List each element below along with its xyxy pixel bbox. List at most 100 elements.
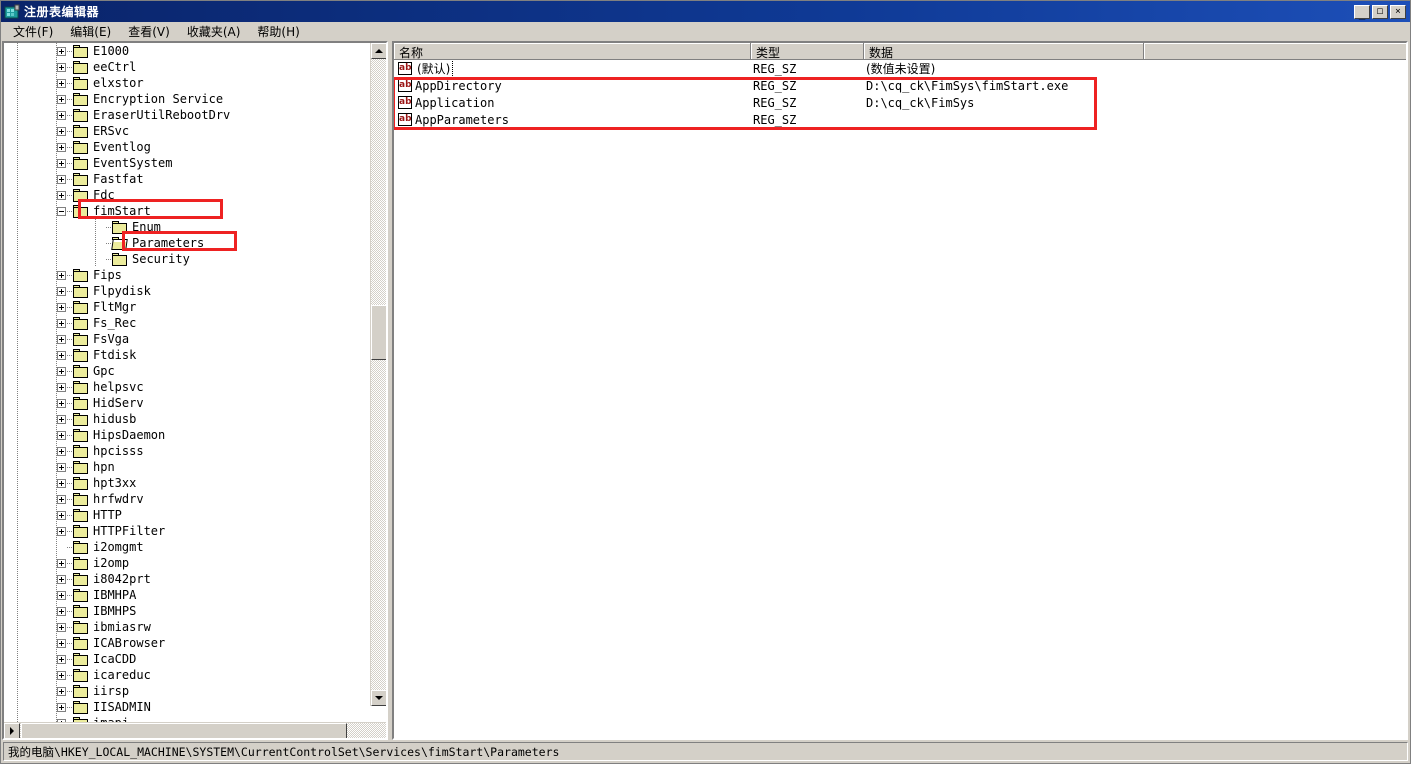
tree-node[interactable]: helpsvc [4,379,386,395]
tree-node[interactable]: Encryption Service [4,91,386,107]
tree-node[interactable]: hpt3xx [4,475,386,491]
tree-node[interactable]: E1000 [4,43,386,59]
tree-node[interactable]: i8042prt [4,571,386,587]
tree-node[interactable]: HipsDaemon [4,427,386,443]
tree-node[interactable]: Fastfat [4,171,386,187]
tree-node[interactable]: HTTP [4,507,386,523]
tree-node[interactable]: Eventlog [4,139,386,155]
tree-node[interactable]: IISADMIN [4,699,386,715]
tree-node[interactable]: hpn [4,459,386,475]
expand-plus-icon[interactable] [57,110,66,120]
expand-plus-icon[interactable] [57,270,66,280]
tree-node[interactable]: ibmiasrw [4,619,386,635]
expand-plus-icon[interactable] [57,398,66,408]
expand-plus-icon[interactable] [57,430,66,440]
scroll-right-button[interactable] [4,723,20,738]
column-header-name[interactable]: 名称 [394,43,751,59]
tree-scrollbar-thumb[interactable] [371,305,386,360]
expand-plus-icon[interactable] [57,158,66,168]
tree-node[interactable]: i2omp [4,555,386,571]
menu-item-favorites[interactable]: 收藏夹(A) [179,21,250,42]
tree-node[interactable]: Flpydisk [4,283,386,299]
tree-node[interactable]: Enum [4,219,386,235]
expand-plus-icon[interactable] [57,638,66,648]
scroll-down-button[interactable] [371,690,386,706]
tree-hscrollbar-thumb[interactable] [21,723,347,738]
expand-plus-icon[interactable] [57,46,66,56]
tree-node[interactable]: eeCtrl [4,59,386,75]
value-row[interactable]: ab (默认) REG_SZ (数值未设置) [394,60,1406,77]
tree-node[interactable]: Gpc [4,363,386,379]
expand-plus-icon[interactable] [57,702,66,712]
expand-plus-icon[interactable] [57,478,66,488]
expand-plus-icon[interactable] [57,78,66,88]
tree-node[interactable]: Fdc [4,187,386,203]
tree-node[interactable]: HTTPFilter [4,523,386,539]
tree-node[interactable]: IBMHPA [4,587,386,603]
tree-node[interactable]: fimStart [4,203,386,219]
expand-plus-icon[interactable] [57,574,66,584]
column-header-data[interactable]: 数据 [864,43,1144,59]
menu-item-view[interactable]: 查看(V) [120,21,179,42]
tree-node[interactable]: i2omgmt [4,539,386,555]
expand-plus-icon[interactable] [57,622,66,632]
expand-plus-icon[interactable] [57,302,66,312]
tree-node[interactable]: EraserUtilRebootDrv [4,107,386,123]
expand-plus-icon[interactable] [57,606,66,616]
tree-node[interactable]: hrfwdrv [4,491,386,507]
expand-plus-icon[interactable] [57,590,66,600]
expand-plus-icon[interactable] [57,334,66,344]
tree-node[interactable]: hpcisss [4,443,386,459]
tree-node[interactable]: iirsp [4,683,386,699]
tree-node[interactable]: icareduc [4,667,386,683]
value-row[interactable]: ab Application REG_SZ D:\cq_ck\FimSys [394,94,1406,111]
tree-node[interactable]: Fips [4,267,386,283]
tree-node[interactable]: Fs_Rec [4,315,386,331]
menu-item-file[interactable]: 文件(F) [5,21,62,42]
expand-plus-icon[interactable] [57,446,66,456]
expand-plus-icon[interactable] [57,94,66,104]
column-header-type[interactable]: 类型 [751,43,864,59]
expand-plus-icon[interactable] [57,318,66,328]
collapse-minus-icon[interactable] [57,206,66,216]
expand-plus-icon[interactable] [57,286,66,296]
expand-plus-icon[interactable] [57,382,66,392]
menu-item-edit[interactable]: 编辑(E) [62,21,120,42]
value-row[interactable]: ab AppDirectory REG_SZ D:\cq_ck\FimSys\fimS… [394,77,1406,94]
expand-plus-icon[interactable] [57,670,66,680]
expand-plus-icon[interactable] [57,462,66,472]
tree-node[interactable]: IBMHPS [4,603,386,619]
tree-horizontal-scrollbar[interactable] [4,722,386,738]
close-button[interactable]: ✕ [1390,4,1406,19]
tree-node[interactable]: hidusb [4,411,386,427]
expand-plus-icon[interactable] [57,654,66,664]
tree-node[interactable]: HidServ [4,395,386,411]
value-row[interactable]: ab AppParameters REG_SZ [394,111,1406,128]
tree-node-selected[interactable]: Parameters [4,235,386,251]
menu-item-help[interactable]: 帮助(H) [249,21,308,42]
expand-plus-icon[interactable] [57,142,66,152]
expand-plus-icon[interactable] [57,366,66,376]
tree-node[interactable]: imapi [4,715,386,722]
expand-plus-icon[interactable] [57,686,66,696]
tree-node[interactable]: IcaCDD [4,651,386,667]
expand-plus-icon[interactable] [57,494,66,504]
minimize-button[interactable]: _ [1354,4,1370,20]
scroll-up-button[interactable] [371,43,386,59]
registry-key-tree[interactable]: E1000 eeCtrl elxstor Encryption Service Eras… [2,41,388,740]
tree-node[interactable]: FsVga [4,331,386,347]
tree-node[interactable]: Ftdisk [4,347,386,363]
tree-node[interactable]: ERSvc [4,123,386,139]
tree-node[interactable]: FltMgr [4,299,386,315]
maximize-button[interactable]: □ [1372,4,1388,19]
expand-plus-icon[interactable] [57,190,66,200]
registry-values-list[interactable]: 名称 类型 数据 ab (默认) REG_SZ (数值未设置) ab AppDirectory… [392,41,1408,740]
tree-node[interactable]: ICABrowser [4,635,386,651]
expand-plus-icon[interactable] [57,126,66,136]
expand-plus-icon[interactable] [57,510,66,520]
expand-plus-icon[interactable] [57,174,66,184]
tree-node[interactable]: Security [4,251,386,267]
expand-plus-icon[interactable] [57,558,66,568]
expand-plus-icon[interactable] [57,414,66,424]
tree-vertical-scrollbar[interactable] [370,43,386,706]
